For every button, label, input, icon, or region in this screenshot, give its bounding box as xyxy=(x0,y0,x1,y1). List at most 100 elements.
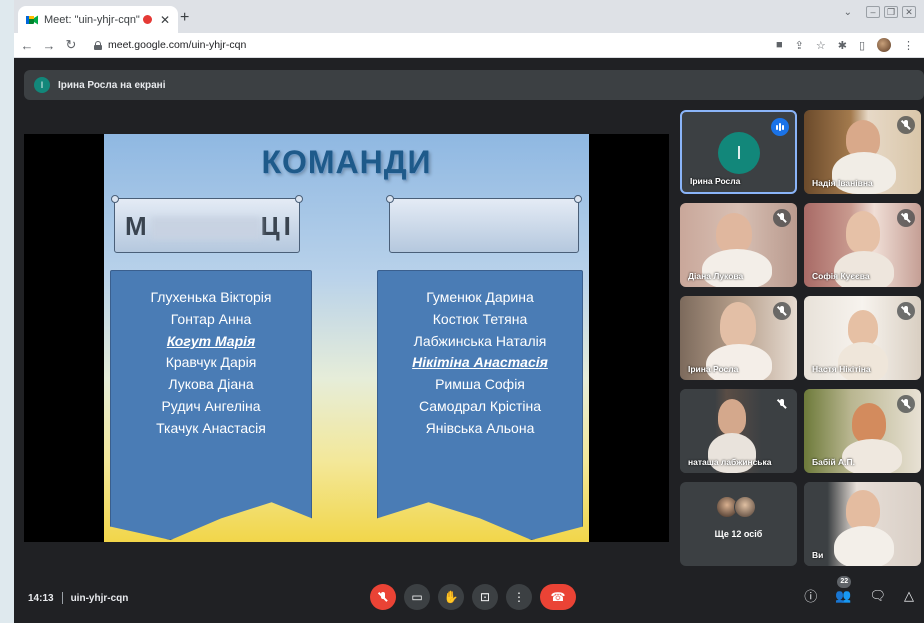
team-member-name: Костюк Тетяна xyxy=(432,310,528,327)
kebab-icon: ⋮ xyxy=(513,590,525,604)
participant-count-badge: 22 xyxy=(837,575,852,588)
mic-muted-icon xyxy=(773,302,791,320)
new-tab-button[interactable]: + xyxy=(180,9,189,27)
team-member-name: Когут Марія xyxy=(166,332,256,349)
participant-name: Настя Нікітіна xyxy=(812,364,871,374)
menu-kebab-icon[interactable]: ⋮ xyxy=(903,39,914,52)
participant-tile[interactable]: наташа лабжинська xyxy=(680,389,797,473)
meeting-controls-bar: 14:13 uin-yhjr-cqn ▭ ✋ ⊡ ⋮ ☎ ⓘ 22 👥 🗨 △ xyxy=(14,575,924,623)
more-participants-tile[interactable]: Ще 12 осіб xyxy=(680,482,797,566)
team-member-name: Самодрал Крістіна xyxy=(418,397,542,414)
participant-tile[interactable]: Настя Нікітіна xyxy=(804,296,921,380)
side-panel-icon[interactable]: ▯ xyxy=(859,39,865,52)
back-icon[interactable]: ← xyxy=(18,38,36,53)
team-member-name: Гонтар Анна xyxy=(170,310,252,327)
url-field[interactable]: meet.google.com/uin-yhjr-cqn xyxy=(108,39,776,51)
participant-name: Ви xyxy=(812,550,824,560)
meeting-time: 14:13 xyxy=(28,592,54,604)
minimize-button[interactable]: – xyxy=(866,6,880,18)
participant-name: Софія Куєєва xyxy=(812,271,870,281)
share-icon[interactable]: ⇪ xyxy=(795,39,804,52)
presenting-text: Ірина Росла на екрані xyxy=(58,79,166,91)
team-member-name: Ткачук Анастасія xyxy=(156,419,266,436)
participant-tile-presenter[interactable]: І Ірина Росла xyxy=(680,110,797,194)
browser-tab[interactable]: Meet: "uin-yhjr-cqn" ✕ xyxy=(18,6,178,33)
present-icon: ⊡ xyxy=(479,590,491,604)
slide-title: КОМАНДИ xyxy=(261,144,432,180)
team-member-name: Гуменюк Дарина xyxy=(426,289,534,305)
team-member-name: Глухенька Вікторія xyxy=(150,289,272,305)
mic-off-icon xyxy=(378,592,388,602)
participant-tile[interactable]: Надія Іванівна xyxy=(804,110,921,194)
participant-tile[interactable]: Софія Куєєва xyxy=(804,203,921,287)
forward-icon[interactable]: → xyxy=(40,38,58,53)
google-meet-icon xyxy=(26,15,38,24)
team-member-name: Кравчук Дарія xyxy=(165,354,257,371)
people-icon: 👥 xyxy=(835,587,852,603)
occluded-text xyxy=(150,217,261,240)
phone-hangup-icon: ☎ xyxy=(550,590,566,604)
meet-area: І Ірина Росла на екрані КОМАНДИ М ЦІ Глух… xyxy=(14,58,924,623)
presenter-avatar: І xyxy=(34,77,50,93)
divider xyxy=(61,592,63,604)
tab-search-icon[interactable]: ⌄ xyxy=(844,7,852,18)
participant-tile[interactable]: Ірина Росла xyxy=(680,296,797,380)
window-controls: ⌄ – ❐ ✕ xyxy=(844,6,916,18)
mic-muted-icon xyxy=(897,302,915,320)
team-member-name: Рудич Ангеліна xyxy=(161,397,261,414)
tab-close-icon[interactable]: ✕ xyxy=(160,13,170,27)
camera-toggle-button[interactable]: ▭ xyxy=(404,584,430,610)
participant-name: Надія Іванівна xyxy=(812,178,873,188)
participant-tile[interactable]: Бабій А.П. xyxy=(804,389,921,473)
team-member-name: Янівська Альона xyxy=(425,419,535,436)
meeting-info: 14:13 uin-yhjr-cqn xyxy=(28,592,128,604)
tab-title: Meet: "uin-yhjr-cqn" xyxy=(44,13,140,26)
mic-muted-icon xyxy=(897,116,915,134)
call-controls: ▭ ✋ ⊡ ⋮ ☎ xyxy=(370,584,576,610)
people-button[interactable]: 22 👥 xyxy=(835,575,852,604)
recording-indicator-icon xyxy=(142,15,152,24)
team-member-name: Нікітіна Анастасія xyxy=(412,354,548,371)
participant-name: Діана Лукова xyxy=(688,271,744,281)
left-team-list: Глухенька Вікторія Гонтар Анна Когут Марія… xyxy=(110,270,312,540)
more-options-button[interactable]: ⋮ xyxy=(506,584,532,610)
presenting-banner: І Ірина Росла на екрані xyxy=(24,70,924,100)
browser-tab-strip: Meet: "uin-yhjr-cqn" ✕ + ⌄ – ❐ ✕ xyxy=(14,0,924,33)
meeting-code: uin-yhjr-cqn xyxy=(70,592,129,604)
presentation-slide: КОМАНДИ М ЦІ Глухенька Вікторія Гонтар Анн… xyxy=(104,134,589,542)
reload-icon[interactable]: ↻ xyxy=(62,37,80,53)
mic-toggle-button[interactable] xyxy=(370,584,396,610)
present-screen-button[interactable]: ⊡ xyxy=(472,584,498,610)
right-team-list: Гуменюк Дарина Костюк Тетяна Лабжинська На… xyxy=(377,270,583,540)
participant-name: наташа лабжинська xyxy=(688,457,772,467)
mic-muted-icon xyxy=(773,209,791,227)
camera-in-use-icon[interactable]: ■ xyxy=(776,39,783,51)
bookmark-star-icon[interactable]: ☆ xyxy=(816,39,826,52)
participant-tile[interactable]: Діана Лукова xyxy=(680,203,797,287)
mic-muted-icon xyxy=(897,209,915,227)
leave-call-button[interactable]: ☎ xyxy=(540,584,576,610)
shared-screen[interactable]: КОМАНДИ М ЦІ Глухенька Вікторія Гонтар Анн… xyxy=(24,134,669,542)
team-member-name: Лабжинська Наталія xyxy=(413,332,547,349)
restore-button[interactable]: ❐ xyxy=(884,6,898,18)
participant-name: Ірина Росла xyxy=(688,364,739,374)
speaking-indicator-icon xyxy=(771,118,789,136)
activities-icon[interactable]: △ xyxy=(904,588,914,604)
meeting-details-icon[interactable]: ⓘ xyxy=(804,586,817,605)
hand-icon: ✋ xyxy=(443,590,459,604)
app-window: Meet: "uin-yhjr-cqn" ✕ + ⌄ – ❐ ✕ ← → ↻ m… xyxy=(0,0,924,623)
team-member-name: Римша Софія xyxy=(435,376,525,393)
team-member-name: Лукова Діана xyxy=(168,376,254,393)
mic-muted-icon xyxy=(773,395,791,413)
camera-icon: ▭ xyxy=(411,590,423,604)
mic-muted-icon xyxy=(897,395,915,413)
profile-avatar[interactable] xyxy=(877,38,891,52)
close-window-button[interactable]: ✕ xyxy=(902,6,916,18)
address-bar: ← → ↻ meet.google.com/uin-yhjr-cqn ■ ⇪ ☆… xyxy=(14,33,924,58)
lock-icon[interactable] xyxy=(94,40,102,50)
extensions-icon[interactable]: ✱ xyxy=(838,39,847,52)
raise-hand-button[interactable]: ✋ xyxy=(438,584,464,610)
chat-icon[interactable]: 🗨 xyxy=(869,588,886,604)
self-view-tile[interactable]: Ви xyxy=(804,482,921,566)
side-controls: ⓘ 22 👥 🗨 △ xyxy=(804,575,914,605)
